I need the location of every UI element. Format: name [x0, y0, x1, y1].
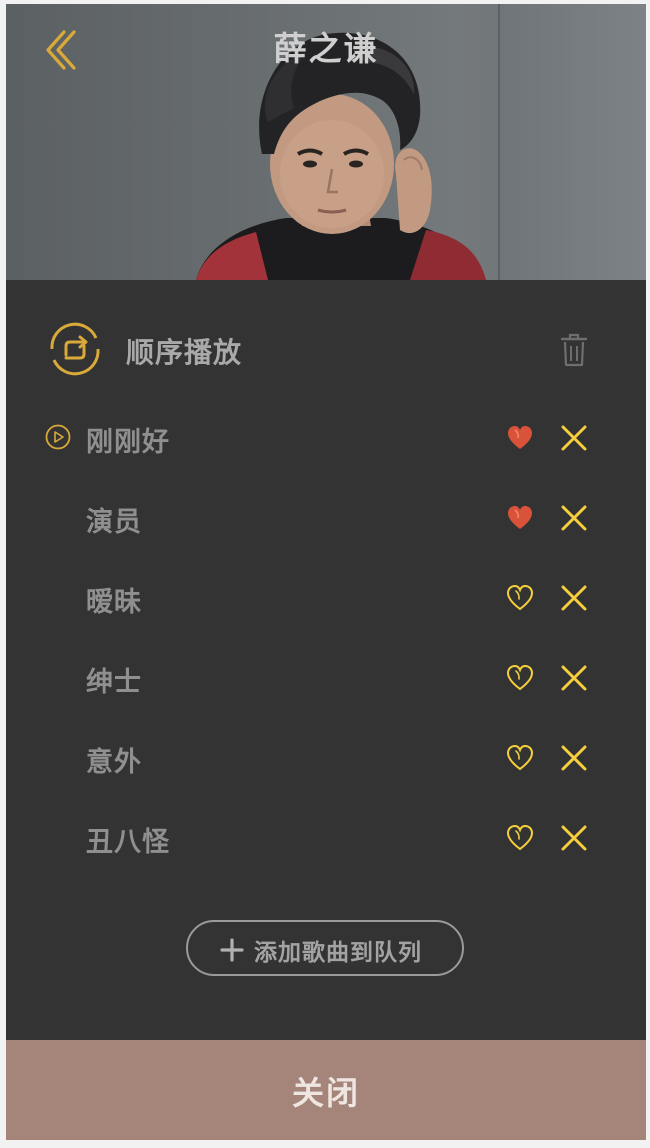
- artist-title: 薛之谦: [273, 29, 379, 68]
- heart-filled-icon[interactable]: [506, 504, 534, 532]
- heart-outline-icon[interactable]: [506, 664, 534, 692]
- play-mode-label[interactable]: 顺序播放: [126, 331, 242, 371]
- song-item[interactable]: 刚刚好: [6, 400, 646, 480]
- add-to-queue-label: 添加歌曲到队列: [254, 940, 422, 966]
- song-title: 丑八怪: [86, 827, 170, 858]
- close-button[interactable]: 关闭: [6, 1040, 646, 1140]
- heart-outline-icon[interactable]: [506, 824, 534, 852]
- now-playing-icon: [45, 424, 71, 450]
- song-item[interactable]: 绅士: [6, 640, 646, 720]
- song-title: 演员: [86, 507, 142, 538]
- play-mode-row: 顺序播放: [44, 318, 604, 382]
- heart-outline-icon[interactable]: [506, 744, 534, 772]
- remove-icon[interactable]: [560, 424, 588, 452]
- song-title: 意外: [86, 747, 142, 778]
- remove-icon[interactable]: [560, 664, 588, 692]
- heart-filled-icon[interactable]: [506, 424, 534, 452]
- song-title: 刚刚好: [86, 427, 170, 458]
- song-item[interactable]: 意外: [6, 720, 646, 800]
- artist-cover: 薛之谦: [6, 4, 646, 280]
- remove-icon[interactable]: [560, 744, 588, 772]
- song-item[interactable]: 暧昧: [6, 560, 646, 640]
- song-title: 暧昧: [86, 587, 142, 618]
- remove-icon[interactable]: [560, 504, 588, 532]
- close-label: 关闭: [291, 1074, 360, 1112]
- plus-icon: [220, 938, 244, 962]
- song-item[interactable]: 演员: [6, 480, 646, 560]
- add-to-queue-button[interactable]: 添加歌曲到队列: [186, 920, 464, 976]
- remove-icon[interactable]: [560, 584, 588, 612]
- heart-outline-icon[interactable]: [506, 584, 534, 612]
- song-title: 绅士: [86, 667, 142, 698]
- playlist-screen: 薛之谦 顺序播放 刚刚好演员暧昧绅士意外丑八怪 添加歌曲到队列 关闭: [6, 4, 646, 1140]
- repeat-icon[interactable]: [44, 318, 106, 380]
- song-item[interactable]: 丑八怪: [6, 800, 646, 880]
- trash-icon[interactable]: [560, 333, 588, 367]
- remove-icon[interactable]: [560, 824, 588, 852]
